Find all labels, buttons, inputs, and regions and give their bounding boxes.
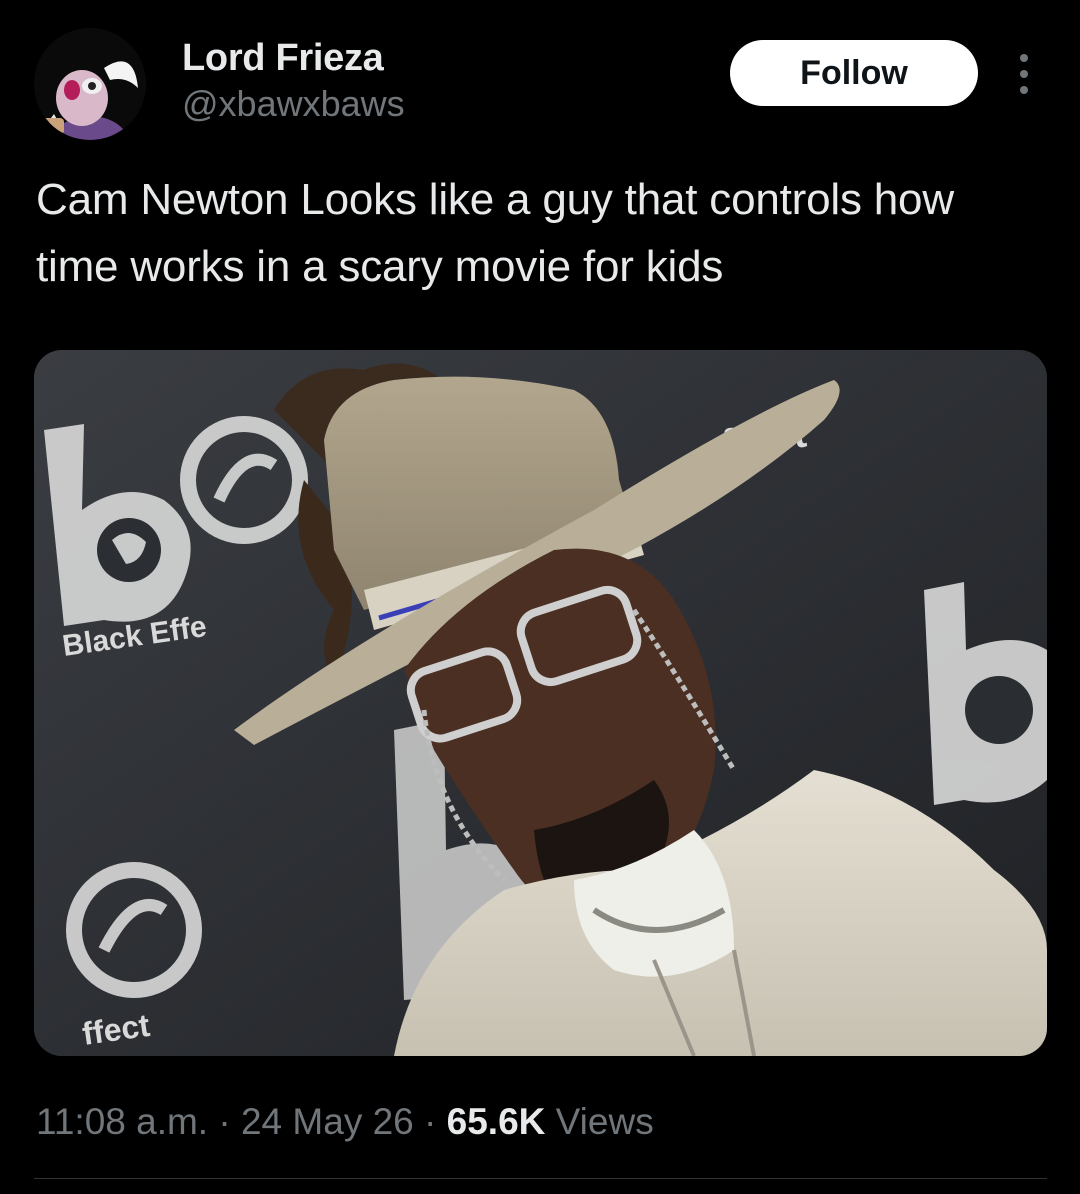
user-handle[interactable]: @xbawxbaws [182,82,405,126]
tweet-time[interactable]: 11:08 a.m. [36,1101,208,1142]
tweet-date[interactable]: 24 May 26 [241,1101,414,1142]
meta-separator: · [424,1101,437,1142]
more-dot [1020,86,1028,94]
views-count: 65.6K [446,1101,546,1142]
tweet-text: Cam Newton Looks like a guy that control… [36,175,954,291]
more-dot [1020,54,1028,62]
tweet-photo[interactable]: Black Effe ffect ffect [34,350,1047,1056]
more-dot [1020,70,1028,78]
tweet-meta: 11:08 a.m. · 24 May 26 · 65.6K Views [36,1096,654,1148]
avatar[interactable] [34,28,146,140]
divider [34,1178,1047,1179]
author-info[interactable]: Lord Frieza @xbawxbaws [182,36,405,126]
more-vertical-icon[interactable] [1004,48,1044,100]
follow-button[interactable]: Follow [730,40,978,106]
tweet-page: Lord Frieza @xbawxbaws Follow Cam Newton… [0,0,1080,1194]
views-label: Views [555,1101,654,1142]
display-name[interactable]: Lord Frieza [182,36,405,80]
meta-separator: · [218,1101,231,1142]
